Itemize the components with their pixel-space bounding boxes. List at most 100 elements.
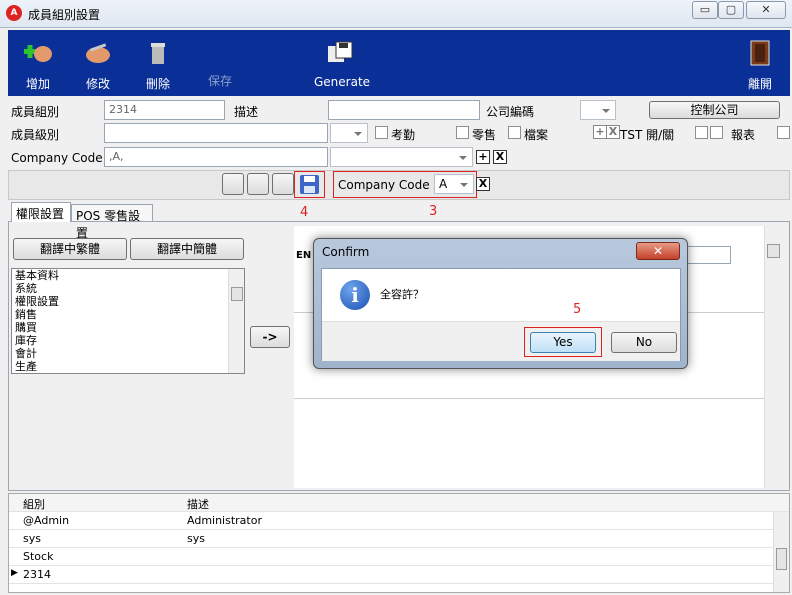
list-scrollbar[interactable] bbox=[228, 269, 244, 373]
desc-label: 描述 bbox=[234, 105, 259, 119]
report-checkbox-1[interactable] bbox=[695, 126, 708, 139]
save-label: 保存 bbox=[207, 74, 232, 88]
tst-x-button[interactable]: X bbox=[606, 125, 620, 139]
file-label: 檔案 bbox=[524, 128, 549, 142]
subtoolbar-company-code-label: Company Code : bbox=[338, 178, 438, 192]
dialog-close-button[interactable]: ✕ bbox=[636, 242, 680, 260]
report-checkbox-2[interactable] bbox=[710, 126, 723, 139]
restore-button[interactable]: ▢ bbox=[718, 1, 744, 19]
level-select[interactable] bbox=[330, 123, 368, 143]
nav-button-1[interactable] bbox=[222, 173, 244, 195]
list-item[interactable]: 系統 bbox=[12, 282, 244, 295]
panel-divider bbox=[294, 398, 764, 399]
subtoolbar-company-code-select[interactable]: A bbox=[434, 174, 474, 194]
group-grid: 組別 描述 @Admin Administrator sys sys Stock… bbox=[8, 493, 790, 593]
main-toolbar: 增加 修改 刪除 保存 Generate 離開 bbox=[8, 30, 790, 96]
move-right-button[interactable]: -> bbox=[250, 326, 290, 348]
list-item[interactable]: 權限設置 bbox=[12, 295, 244, 308]
panel-scrollbar[interactable] bbox=[764, 226, 782, 488]
grid-cell-group: sys bbox=[23, 532, 41, 545]
tab-pos-retail[interactable]: POS 零售設置 bbox=[71, 204, 153, 240]
edit-button[interactable]: 修改 bbox=[76, 30, 120, 96]
attendance-label: 考勤 bbox=[391, 128, 416, 142]
tst-plus-button[interactable]: + bbox=[593, 125, 607, 139]
floppy-icon bbox=[328, 41, 353, 62]
list-item[interactable]: 會計 bbox=[12, 347, 244, 360]
info-icon: i bbox=[340, 280, 370, 310]
level-label: 成員級別 bbox=[11, 128, 60, 142]
list-item[interactable]: 基本資料 bbox=[12, 269, 244, 282]
grid-scrollbar[interactable] bbox=[773, 512, 789, 592]
list-scroll-thumb[interactable] bbox=[231, 287, 243, 301]
delete-button[interactable]: 刪除 bbox=[136, 30, 180, 96]
company-code-select[interactable] bbox=[330, 147, 473, 167]
company-code-label: Company Code : bbox=[11, 151, 111, 165]
subtoolbar-clear-button[interactable]: X bbox=[476, 177, 490, 191]
dialog-message: 全容許？ bbox=[380, 288, 424, 301]
module-list[interactable]: 基本資料 系統 權限設置 銷售 購買 庫存 會計 生產 bbox=[11, 268, 245, 374]
list-item[interactable]: 銷售 bbox=[12, 308, 244, 321]
table-row[interactable]: ▶ 2314 bbox=[9, 566, 789, 584]
company-code-add-button[interactable]: + bbox=[476, 150, 490, 164]
dialog-footer: 5 Yes No bbox=[322, 302, 680, 361]
trash-icon bbox=[151, 43, 165, 64]
tab-permissions[interactable]: 權限設置 bbox=[11, 202, 71, 222]
list-item[interactable]: 庫存 bbox=[12, 334, 244, 347]
add-label: 增加 bbox=[25, 77, 50, 91]
edit-label: 修改 bbox=[85, 77, 110, 91]
grid-cell-group: Stock bbox=[23, 550, 54, 563]
add-button[interactable]: 增加 bbox=[16, 30, 60, 96]
en-input[interactable] bbox=[686, 246, 731, 264]
generate-button[interactable]: Generate bbox=[314, 30, 371, 96]
panel-scroll-thumb[interactable] bbox=[767, 244, 780, 258]
translate-simplified-button[interactable]: 翻譯中簡體 bbox=[130, 238, 244, 260]
annotation-3: 3 bbox=[429, 204, 438, 219]
no-button[interactable]: No bbox=[611, 332, 677, 353]
save-button[interactable]: 保存 bbox=[198, 30, 242, 96]
list-item[interactable]: 購買 bbox=[12, 321, 244, 334]
annotation-4: 4 bbox=[300, 205, 309, 220]
grid-cell-group: 2314 bbox=[23, 568, 51, 581]
translate-traditional-button[interactable]: 翻譯中繁體 bbox=[13, 238, 127, 260]
level-input[interactable] bbox=[104, 123, 328, 143]
dialog-title: Confirm bbox=[322, 245, 370, 259]
exit-label: 離開 bbox=[747, 77, 772, 91]
door-icon bbox=[750, 40, 770, 66]
retail-checkbox[interactable] bbox=[456, 126, 469, 139]
table-row[interactable]: Stock bbox=[9, 548, 789, 566]
confirm-dialog: Confirm ✕ i 全容許？ 5 Yes No bbox=[313, 238, 688, 369]
report-checkbox-3[interactable] bbox=[777, 126, 790, 139]
grid-cell-desc: Administrator bbox=[187, 514, 262, 527]
company-no-label: 公司編碼 bbox=[486, 105, 535, 119]
company-code-remove-button[interactable]: X bbox=[493, 150, 507, 164]
tst-label: TST 開/關 bbox=[620, 128, 675, 142]
yes-button[interactable]: Yes bbox=[530, 332, 596, 353]
group-label: 成員組別 bbox=[11, 105, 60, 119]
retail-label: 零售 bbox=[472, 128, 497, 142]
table-row[interactable]: sys sys bbox=[9, 530, 789, 548]
group-input[interactable]: 2314 bbox=[104, 100, 225, 120]
window-close-button[interactable]: ✕ bbox=[746, 1, 786, 19]
attendance-checkbox[interactable] bbox=[375, 126, 388, 139]
app-logo-icon: A bbox=[6, 5, 22, 21]
grid-scroll-thumb[interactable] bbox=[776, 548, 787, 570]
control-company-button[interactable]: 控制公司 bbox=[649, 101, 780, 119]
grid-header-group[interactable]: 組別 bbox=[23, 496, 45, 512]
file-checkbox[interactable] bbox=[508, 126, 521, 139]
nav-button-3[interactable] bbox=[272, 173, 294, 195]
grid-cell-desc: sys bbox=[187, 532, 205, 545]
row-pointer-icon: ▶ bbox=[11, 568, 18, 578]
company-code-input[interactable]: ,A, bbox=[104, 147, 328, 167]
minimize-button[interactable]: ▭ bbox=[692, 1, 718, 19]
nav-button-2[interactable] bbox=[247, 173, 269, 195]
grid-header: 組別 描述 bbox=[9, 494, 789, 512]
save-floppy-icon[interactable] bbox=[299, 174, 320, 195]
grid-header-desc[interactable]: 描述 bbox=[187, 496, 209, 512]
table-row[interactable]: @Admin Administrator bbox=[9, 512, 789, 530]
annotation-5: 5 bbox=[573, 302, 582, 317]
company-no-select[interactable] bbox=[580, 100, 616, 120]
generate-label: Generate bbox=[314, 75, 371, 89]
desc-input[interactable] bbox=[328, 100, 480, 120]
list-item[interactable]: 生產 bbox=[12, 360, 244, 373]
exit-button[interactable]: 離開 bbox=[738, 30, 782, 96]
